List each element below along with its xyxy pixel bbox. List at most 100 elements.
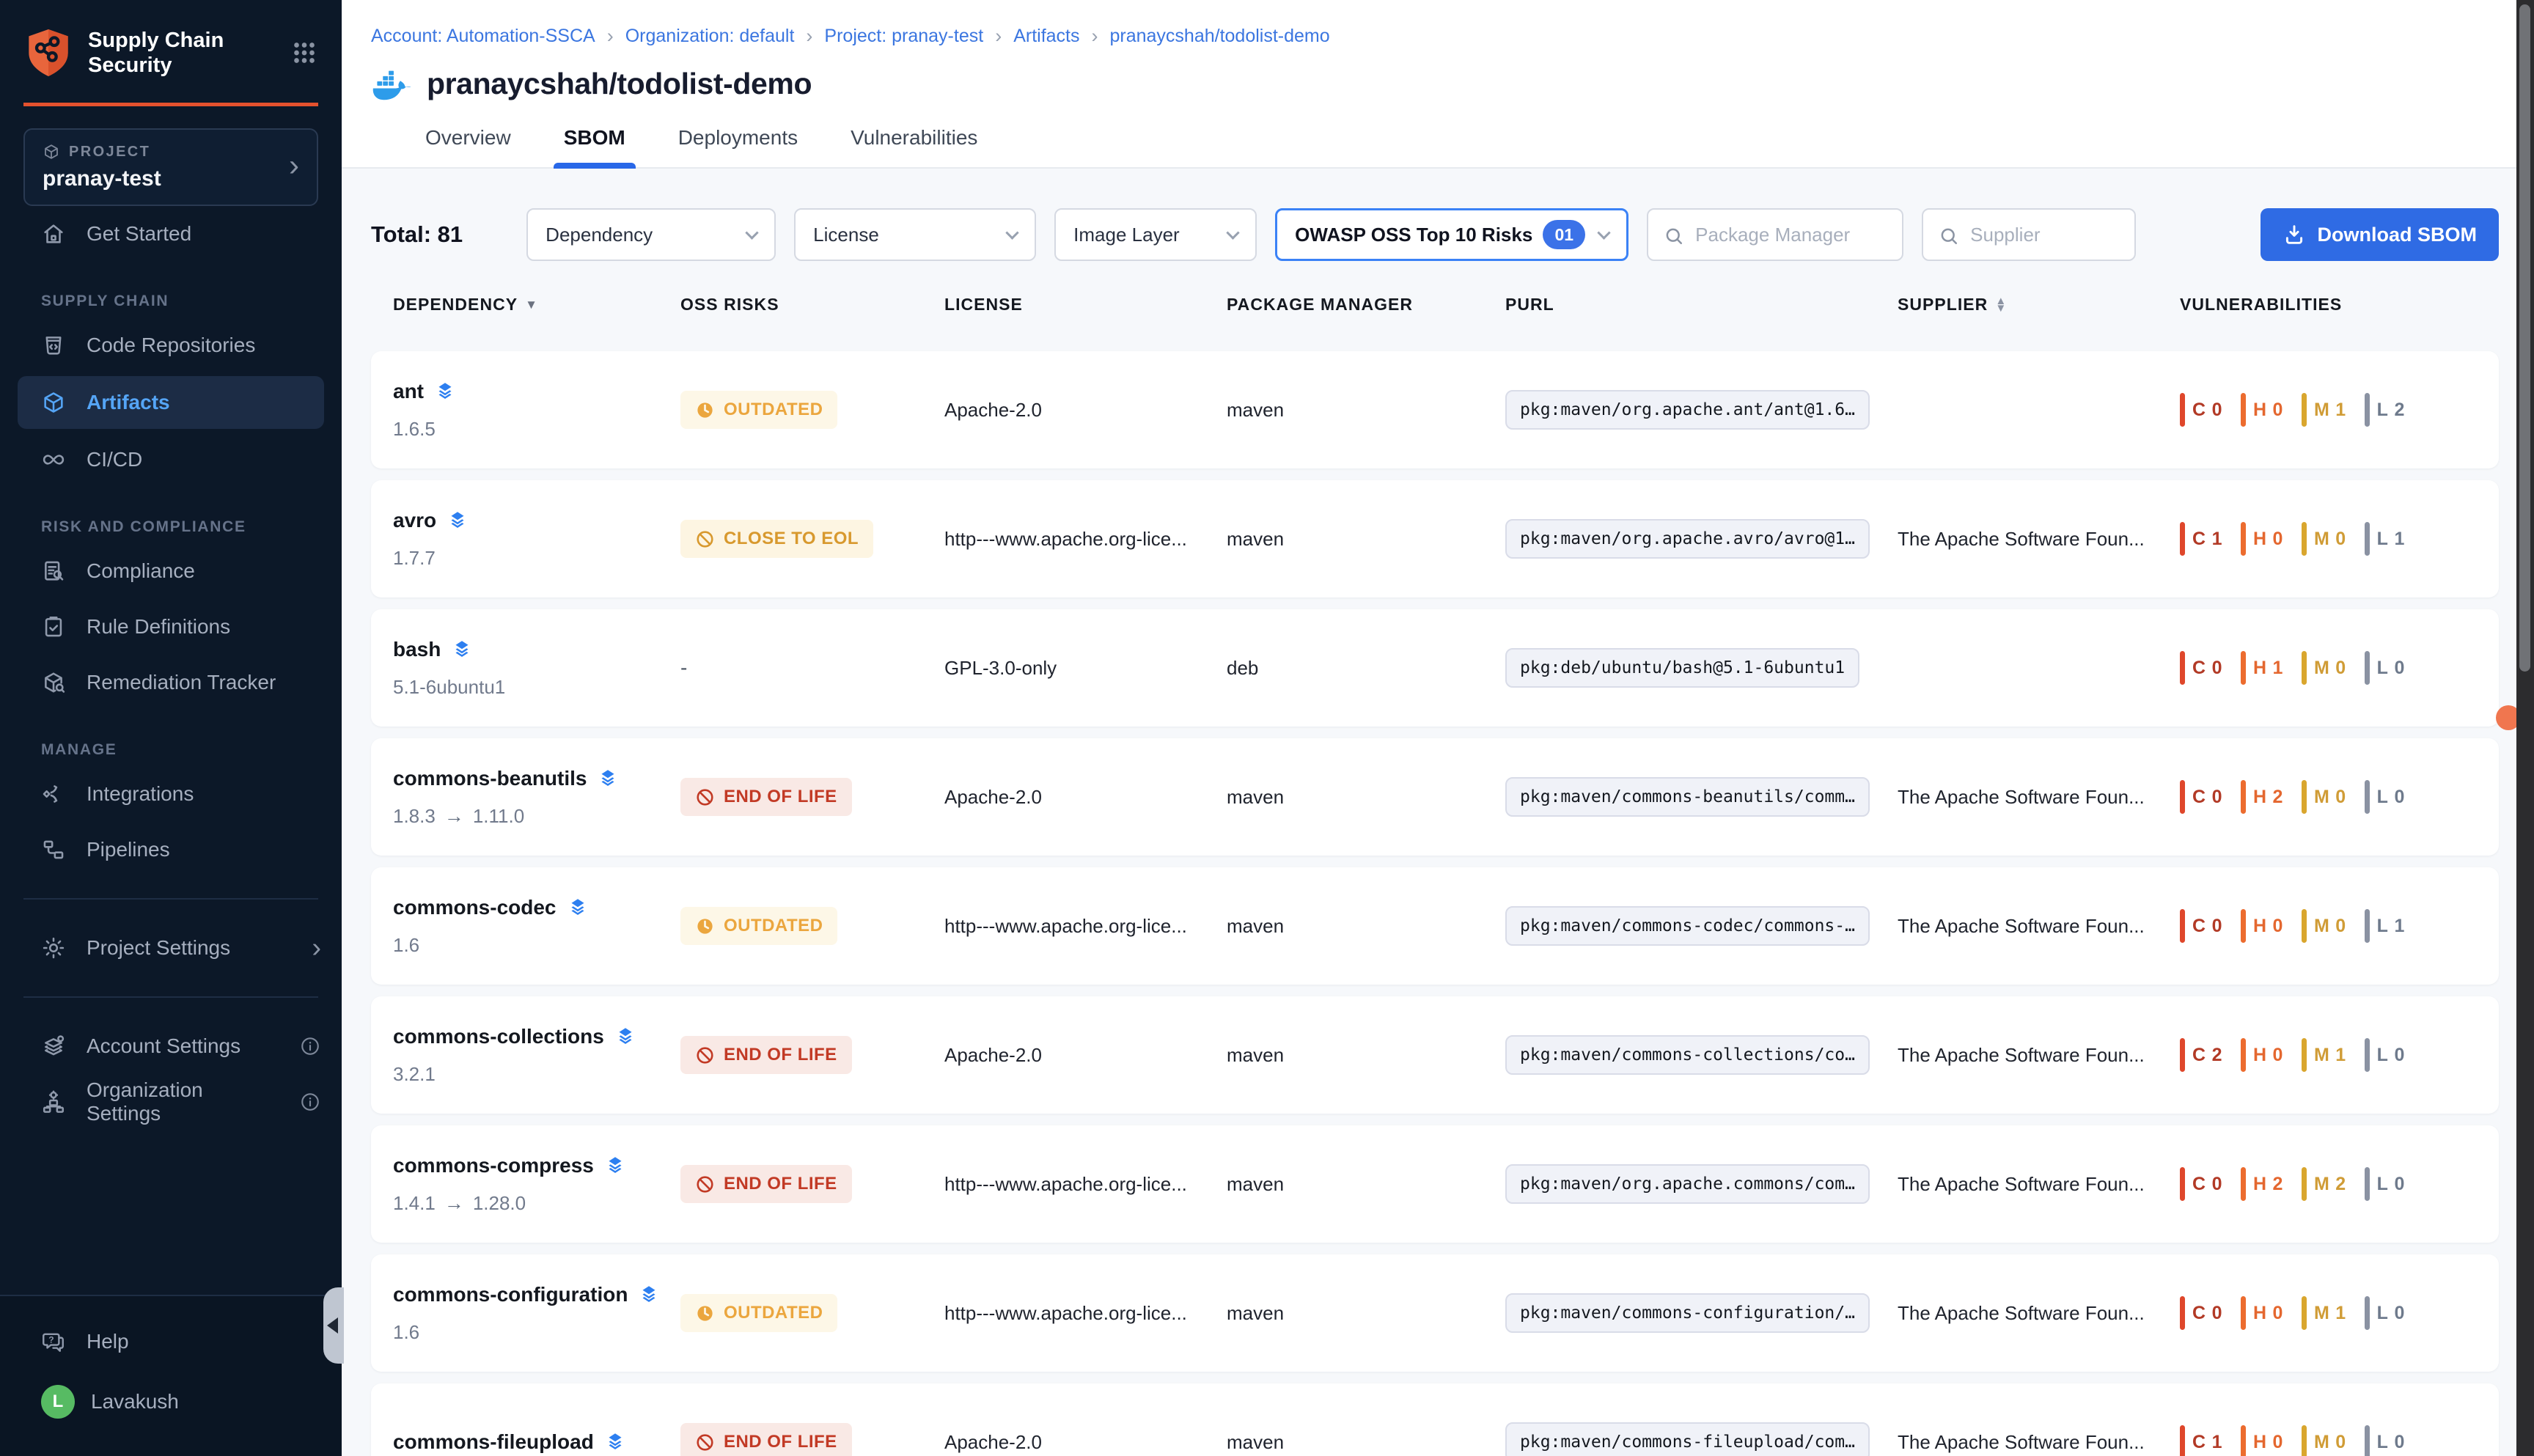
- sidebar-item-rule-definitions[interactable]: Rule Definitions: [0, 599, 342, 655]
- filter-select-label: Dependency: [546, 224, 653, 246]
- tab-vulnerabilities[interactable]: Vulnerabilities: [848, 122, 980, 167]
- table-row[interactable]: ant 1.6.5 OUTDATED Apache-2.0 maven pkg:…: [371, 351, 2499, 468]
- table-row[interactable]: commons-beanutils 1.8.3→1.11.0 END OF LI…: [371, 738, 2499, 856]
- purl-chip[interactable]: pkg:maven/commons-beanutils/comm…: [1505, 777, 1870, 817]
- chevron-down-icon: [1005, 226, 1018, 239]
- page-header: Account: Automation-SSCA › Organization: d…: [342, 0, 2534, 169]
- vuln-count-l: L0: [2365, 1425, 2406, 1456]
- filter-select-license[interactable]: License: [794, 208, 1036, 261]
- column-header-label: PURL: [1505, 295, 1554, 315]
- vulnerability-counts: C1H0M0L0: [2180, 1425, 2499, 1456]
- dependency-version: 1.6: [393, 934, 680, 957]
- sidebar: Supply Chain Security PROJECT pranay-tes…: [0, 0, 342, 1456]
- chevron-right-icon: ›: [289, 150, 299, 180]
- project-cube-icon: [43, 143, 60, 161]
- sidebar-item-remediation-tracker[interactable]: Remediation Tracker: [0, 655, 342, 710]
- sidebar-item-code-repositories[interactable]: Code Repositories: [0, 317, 342, 373]
- breadcrumb-link[interactable]: Project: pranay-test: [824, 26, 983, 47]
- supplier-value: The Apache Software Foun...: [1898, 1173, 2180, 1196]
- vuln-count-l: L0: [2365, 780, 2406, 814]
- vuln-count-m: M1: [2302, 393, 2347, 427]
- apps-grid-icon[interactable]: [289, 37, 320, 68]
- column-header-vulnerabilities: VULNERABILITIES: [2180, 295, 2499, 315]
- filter-select-dependency[interactable]: Dependency: [526, 208, 776, 261]
- purl-chip[interactable]: pkg:deb/ubuntu/bash@5.1-6ubuntu1: [1505, 648, 1859, 688]
- supplier-value: The Apache Software Foun...: [1898, 528, 2180, 551]
- user-menu[interactable]: L Lavakush: [0, 1374, 342, 1430]
- purl-chip[interactable]: pkg:maven/commons-codec/commons-…: [1505, 906, 1870, 946]
- purl-chip[interactable]: pkg:maven/org.apache.avro/avro@1…: [1505, 519, 1870, 559]
- sort-descending-icon[interactable]: ▼: [525, 298, 538, 312]
- breadcrumb-link[interactable]: Artifacts: [1013, 26, 1079, 47]
- tab-sbom[interactable]: SBOM: [561, 122, 628, 167]
- column-header-dependency: DEPENDENCY▼: [393, 295, 680, 315]
- user-name: Lavakush: [91, 1390, 179, 1413]
- sidebar-item-organization-settings[interactable]: Organization Settings: [0, 1074, 342, 1130]
- project-name: pranay-test: [43, 166, 299, 191]
- table-row[interactable]: commons-configuration 1.6 OUTDATED http-…: [371, 1254, 2499, 1372]
- info-icon[interactable]: [299, 1035, 321, 1057]
- purl-chip[interactable]: pkg:maven/commons-configuration/…: [1505, 1293, 1870, 1333]
- filter-select-image-layer[interactable]: Image Layer: [1054, 208, 1257, 261]
- download-sbom-button[interactable]: Download SBOM: [2261, 208, 2500, 261]
- oss-risk-badge: OUTDATED: [680, 907, 837, 945]
- column-header-label: SUPPLIER: [1898, 295, 1988, 315]
- vuln-count-l: L1: [2365, 522, 2406, 556]
- tab-deployments[interactable]: Deployments: [675, 122, 801, 167]
- license-value: Apache-2.0: [944, 399, 1227, 422]
- vuln-count-c: C0: [2180, 780, 2223, 814]
- breadcrumb-link[interactable]: Account: Automation-SSCA: [371, 26, 595, 47]
- supplier-value: The Apache Software Foun...: [1898, 915, 2180, 938]
- project-selector[interactable]: PROJECT pranay-test ›: [23, 128, 318, 206]
- sidebar-item-project-settings[interactable]: Project Settings›: [0, 920, 342, 976]
- table-row[interactable]: commons-codec 1.6 OUTDATED http---www.ap…: [371, 867, 2499, 985]
- license-value: http---www.apache.org-lice...: [944, 1302, 1227, 1325]
- sidebar-item-label: CI/CD: [87, 448, 142, 471]
- sidebar-item-ci-cd[interactable]: CI/CD: [0, 432, 342, 488]
- breadcrumb-separator: ›: [995, 25, 1002, 48]
- sidebar-item-integrations[interactable]: Integrations: [0, 766, 342, 822]
- orggear-icon: [41, 1089, 66, 1114]
- sidebar-item-account-settings[interactable]: Account Settings: [0, 1018, 342, 1074]
- tab-overview[interactable]: Overview: [422, 122, 514, 167]
- column-header-label: PACKAGE MANAGER: [1227, 295, 1413, 315]
- vuln-count-h: H0: [2241, 1425, 2284, 1456]
- column-header-label: OSS RISKS: [680, 295, 779, 315]
- breadcrumb-link[interactable]: pranaycshah/todolist-demo: [1109, 26, 1329, 47]
- app-logo-shield-icon: [25, 26, 72, 79]
- table-row[interactable]: commons-fileupload END OF LIFE Apache-2.…: [371, 1383, 2499, 1456]
- table-row[interactable]: commons-compress 1.4.1→1.28.0 END OF LIF…: [371, 1125, 2499, 1243]
- vulnerability-counts: C0H2M0L0: [2180, 780, 2499, 814]
- app-root: Supply Chain Security PROJECT pranay-tes…: [0, 0, 2534, 1456]
- risk-icon: [695, 1174, 715, 1194]
- package-manager-value: maven: [1227, 528, 1505, 551]
- filter-select-owasp-risks[interactable]: OWASP OSS Top 10 Risks 01: [1275, 208, 1628, 261]
- info-icon[interactable]: [299, 1091, 321, 1113]
- purl-chip[interactable]: pkg:maven/org.apache.commons/com…: [1505, 1164, 1870, 1204]
- scrollbar-thumb[interactable]: [2519, 4, 2530, 672]
- vuln-count-m: M1: [2302, 1296, 2347, 1330]
- purl-chip[interactable]: pkg:maven/commons-collections/co…: [1505, 1035, 1870, 1075]
- purl-chip[interactable]: pkg:maven/org.apache.ant/ant@1.6…: [1505, 390, 1870, 430]
- table-row[interactable]: bash 5.1-6ubuntu1 - GPL-3.0-only deb pkg…: [371, 609, 2499, 727]
- license-value: Apache-2.0: [944, 1044, 1227, 1067]
- purl-chip[interactable]: pkg:maven/commons-fileupload/com…: [1505, 1422, 1870, 1456]
- share-icon: [41, 782, 66, 806]
- docker-whale-icon: [371, 68, 412, 100]
- sidebar-item-pipelines[interactable]: Pipelines: [0, 822, 342, 878]
- sidebar-item-label: Rule Definitions: [87, 615, 230, 639]
- oss-risk-empty: -: [680, 656, 687, 679]
- vuln-count-c: C1: [2180, 522, 2223, 556]
- dependency-name: commons-compress: [393, 1154, 594, 1177]
- package-manager-search-input[interactable]: [1648, 210, 1902, 260]
- sidebar-item-artifacts[interactable]: Artifacts: [18, 376, 324, 429]
- breadcrumb-link[interactable]: Organization: default: [625, 26, 795, 47]
- sort-toggle-icon[interactable]: ▲▼: [1995, 298, 2007, 312]
- sidebar-collapse-handle[interactable]: [323, 1287, 344, 1364]
- sidebar-item-help[interactable]: ? Help: [0, 1314, 342, 1369]
- sidebar-item-compliance[interactable]: Compliance: [0, 543, 342, 599]
- column-header-supplier: SUPPLIER ▲▼: [1898, 295, 2180, 315]
- table-row[interactable]: avro 1.7.7 CLOSE TO EOL http---www.apach…: [371, 480, 2499, 598]
- table-row[interactable]: commons-collections 3.2.1 END OF LIFE Ap…: [371, 996, 2499, 1114]
- sidebar-item-get-started[interactable]: Get Started: [0, 206, 342, 262]
